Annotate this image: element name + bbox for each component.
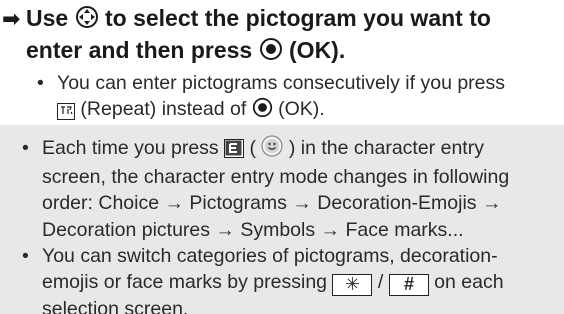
note-1-line-3: order: Choice → Pictograms → Decoration-… bbox=[42, 192, 502, 215]
step-text: Use to select the pictogram you want to … bbox=[26, 4, 562, 68]
sub-note-text: You can enter pictograms consecutively i… bbox=[57, 70, 505, 125]
sub-note-line-2: (Repeat) instead of (OK). bbox=[57, 96, 505, 125]
sub-note-ok-text: (OK). bbox=[278, 98, 325, 120]
sub-note-repeat-text: (Repeat) instead of bbox=[80, 98, 247, 120]
key-separator: / bbox=[377, 271, 384, 294]
sub-note-line-1: You can enter pictograms consecutively i… bbox=[57, 72, 506, 94]
list-item: • You can switch categories of pictogram… bbox=[22, 243, 554, 314]
hash-key-icon: # bbox=[388, 274, 429, 297]
asterisk-key-icon: ✳ bbox=[332, 274, 373, 297]
step-text-use: Use bbox=[26, 5, 69, 31]
note-1-text-a: Each time you press bbox=[42, 137, 219, 159]
notes-box: • Each time you press () in the charact… bbox=[0, 125, 564, 314]
note-2-line-3: selection screen. bbox=[42, 298, 189, 314]
note-1-line-2: screen, the character entry mode changes… bbox=[42, 166, 510, 189]
step-text-enter: enter and then press bbox=[26, 37, 253, 63]
step-arrow-icon: ➡ bbox=[2, 6, 21, 31]
smiley-face-icon bbox=[261, 135, 284, 164]
note-2-text-a: emojis or face marks by pressing bbox=[42, 271, 328, 294]
note-1-text-c: ) in the character entry bbox=[288, 137, 484, 159]
repeat-softkey-icon bbox=[57, 103, 75, 120]
step-text-select: to select the pictogram you want to bbox=[104, 5, 491, 31]
step-line-1: Use to select the pictogram you want to bbox=[26, 4, 562, 36]
list-item: • Each time you press () in the charact… bbox=[22, 135, 554, 243]
note-2-line-1: You can switch categories of pictograms,… bbox=[42, 244, 498, 267]
bullet: • bbox=[22, 244, 29, 267]
note-item-1-text: Each time you press () in the character… bbox=[42, 135, 509, 243]
step-line: ➡ Use to select the pictogram you want t… bbox=[2, 4, 562, 68]
note-2-line-2: emojis or face marks by pressing ✳ / # o… bbox=[42, 269, 504, 297]
note-item-2-text: You can switch categories of pictograms,… bbox=[42, 243, 504, 314]
step-line-2: enter and then press (OK). bbox=[26, 36, 562, 68]
note-1-line-4: Decoration pictures → Symbols → Face mar… bbox=[42, 218, 464, 241]
step-sub-note: • You can enter pictograms consecutively… bbox=[37, 70, 562, 125]
bullet: • bbox=[22, 137, 29, 159]
instruction-step: ➡ Use to select the pictogram you want t… bbox=[2, 4, 562, 125]
center-ok-key-icon bbox=[259, 37, 283, 68]
step-text-ok: (OK). bbox=[289, 37, 346, 63]
note-2-text-b: on each bbox=[434, 271, 504, 294]
bullet: • bbox=[37, 72, 44, 94]
note-1-line-1: Each time you press () in the character… bbox=[42, 135, 509, 164]
note-1-text-b: ( bbox=[249, 137, 257, 159]
emoji-key-icon bbox=[224, 139, 245, 158]
center-ok-key-icon bbox=[252, 97, 273, 125]
navigation-key-icon bbox=[75, 5, 99, 36]
list-item: • You can enter pictograms consecutively… bbox=[37, 70, 562, 125]
